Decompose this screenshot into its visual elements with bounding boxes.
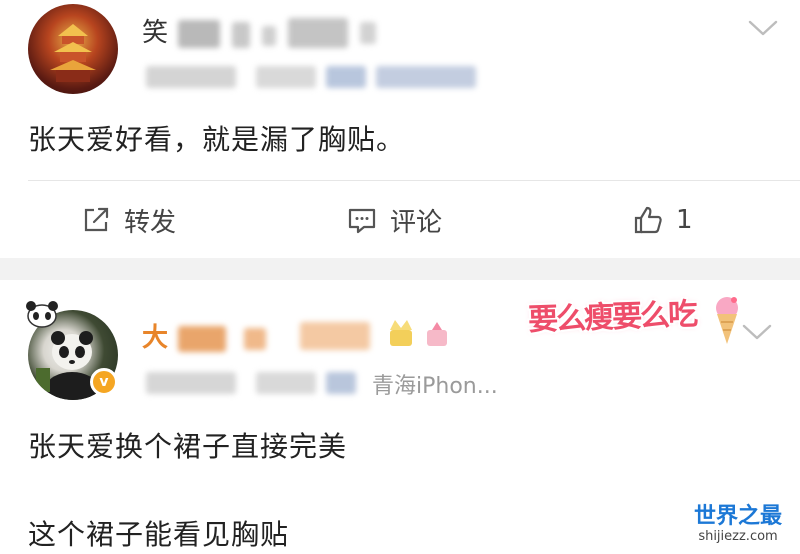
redacted-name — [300, 322, 370, 350]
redacted-meta — [326, 372, 356, 394]
comment-label: 评论 — [390, 207, 443, 238]
badge-icon — [427, 322, 447, 346]
redacted-name — [178, 326, 226, 352]
redacted-name — [244, 328, 266, 350]
divider — [28, 180, 800, 181]
user-name-text: 笑 — [142, 18, 170, 48]
redacted-name — [178, 20, 220, 48]
redacted-name — [232, 22, 250, 48]
meta-text: 青海iPhon... — [372, 374, 498, 399]
ice-cream-icon — [716, 297, 738, 344]
like-button[interactable]: 1 — [632, 200, 693, 240]
user-name[interactable]: 大 — [142, 317, 169, 354]
redacted-meta — [256, 372, 316, 394]
watermark-url: shijiezz.com — [698, 529, 778, 544]
chevron-down-icon[interactable] — [740, 322, 774, 342]
redacted-meta — [256, 66, 316, 88]
redacted-name — [288, 18, 348, 48]
comment-separator — [0, 258, 800, 280]
repost-icon — [84, 207, 109, 232]
avatar-image — [50, 24, 96, 82]
watermark-title: 世界之最 — [694, 504, 783, 529]
verified-icon: v — [90, 368, 118, 396]
nameplate-sticker: 要么瘦要么吃 — [527, 297, 697, 338]
comment-text: 张天爱换个裙子直接完美 — [28, 430, 348, 463]
comment-button[interactable]: 评论 — [346, 200, 442, 240]
repost-button[interactable]: 转发 — [80, 200, 176, 240]
repost-label: 转发 — [124, 207, 177, 238]
panda-pendant-icon — [26, 301, 58, 328]
crown-icon — [390, 320, 412, 346]
redacted-meta — [376, 66, 476, 88]
watermark: 世界之最 shijiezz.com — [694, 504, 783, 544]
user-name-text: 大 — [142, 323, 170, 353]
redacted-meta — [326, 66, 366, 88]
like-icon — [634, 206, 662, 234]
redacted-meta — [146, 372, 236, 394]
redacted-name — [360, 22, 376, 44]
redacted-name — [262, 26, 276, 46]
redacted-meta — [146, 66, 236, 88]
avatar[interactable] — [28, 4, 118, 94]
like-count: 1 — [676, 205, 693, 235]
comment-icon — [348, 208, 376, 234]
comment-text: 这个裙子能看见胸贴 — [28, 518, 290, 551]
user-name[interactable]: 笑 — [142, 12, 169, 49]
comment-text: 张天爱好看，就是漏了胸贴。 — [28, 123, 406, 156]
chevron-down-icon[interactable] — [746, 18, 780, 38]
